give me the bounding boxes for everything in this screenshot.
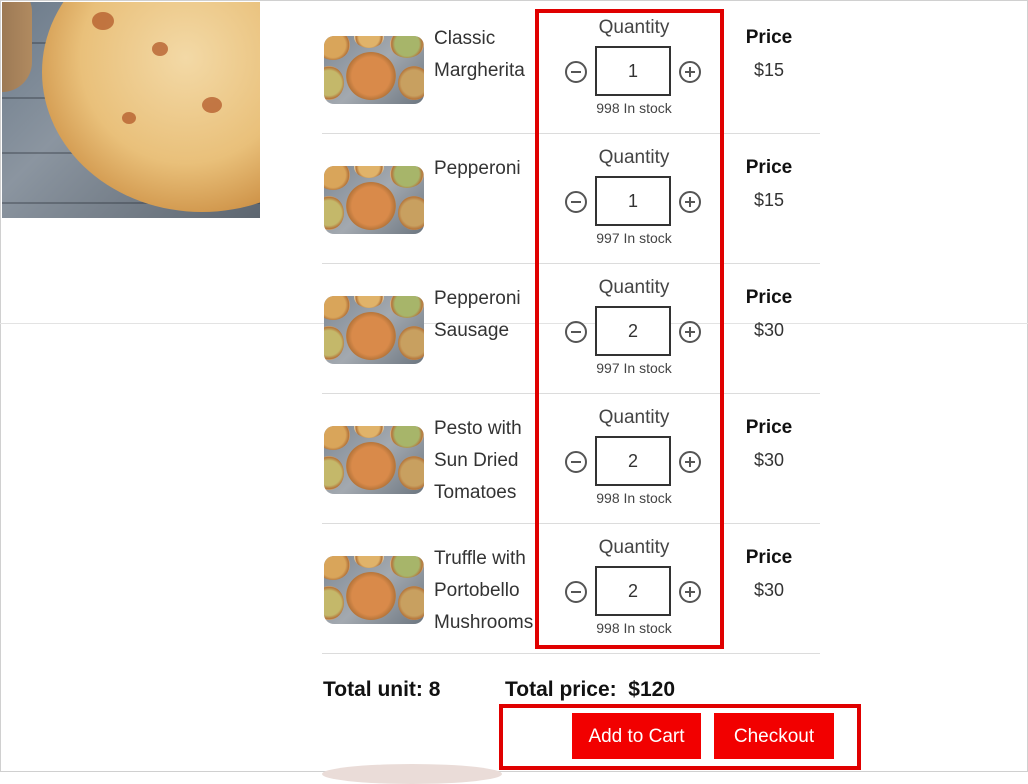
- hero-pizza-image: [2, 2, 260, 218]
- quantity-label: Quantity: [598, 17, 670, 38]
- minus-circle-icon[interactable]: [565, 191, 587, 213]
- plus-circle-icon[interactable]: [679, 321, 701, 343]
- item-price: $30: [753, 580, 785, 600]
- decorative-shape: [322, 764, 502, 784]
- add-to-cart-button[interactable]: Add to Cart: [572, 713, 701, 759]
- quantity-input[interactable]: 1: [595, 176, 671, 226]
- minus-circle-icon[interactable]: [565, 321, 587, 343]
- pizza-thumbnail: [324, 166, 424, 234]
- pizza-thumbnail: [324, 556, 424, 624]
- minus-circle-icon[interactable]: [565, 581, 587, 603]
- stock-count: 997 In stock: [596, 360, 672, 376]
- item-name: Pepperoni Sausage: [434, 288, 521, 341]
- plus-circle-icon[interactable]: [679, 191, 701, 213]
- minus-circle-icon[interactable]: [565, 61, 587, 83]
- item-price: $15: [753, 60, 785, 80]
- stock-count: 998 In stock: [596, 620, 672, 636]
- cart-item-row: Pepperoni Sausage Quantity 2 997 In stock Pr…: [322, 264, 820, 394]
- price-label: Price: [745, 547, 793, 568]
- item-name: Pesto with Sun Dried Tomatoes: [434, 418, 522, 503]
- item-price: $15: [753, 190, 785, 210]
- quantity-label: Quantity: [598, 407, 670, 428]
- plus-circle-icon[interactable]: [679, 61, 701, 83]
- minus-circle-icon[interactable]: [565, 451, 587, 473]
- checkout-button[interactable]: Checkout: [714, 713, 834, 759]
- price-label: Price: [745, 27, 793, 48]
- pizza-thumbnail: [324, 296, 424, 364]
- cart-item-row: Pesto with Sun Dried Tomatoes Quantity 2 99…: [322, 394, 820, 524]
- stock-count: 997 In stock: [596, 230, 672, 246]
- quantity-label: Quantity: [598, 147, 670, 168]
- plus-circle-icon[interactable]: [679, 581, 701, 603]
- price-label: Price: [745, 157, 793, 178]
- total-units: Total unit: 8: [323, 678, 441, 701]
- item-name: Pepperoni: [434, 158, 521, 179]
- cart-item-row: Pepperoni Quantity 1 997 In stock Price $15: [322, 134, 820, 264]
- item-price: $30: [753, 320, 785, 340]
- cart-item-row: Classic Margherita Quantity 1 998 In stock P…: [322, 4, 820, 134]
- pizza-thumbnail: [324, 426, 424, 494]
- stock-count: 998 In stock: [596, 100, 672, 116]
- cart-item-row: Truffle with Portobello Mushrooms Quantit…: [322, 524, 820, 654]
- quantity-label: Quantity: [598, 277, 670, 298]
- quantity-input[interactable]: 2: [595, 566, 671, 616]
- quantity-label: Quantity: [598, 537, 670, 558]
- stock-count: 998 In stock: [596, 490, 672, 506]
- quantity-input[interactable]: 2: [595, 436, 671, 486]
- price-label: Price: [745, 287, 793, 308]
- pizza-thumbnail: [324, 36, 424, 104]
- row-divider: [322, 653, 820, 654]
- plus-circle-icon[interactable]: [679, 451, 701, 473]
- item-name: Classic Margherita: [434, 28, 525, 81]
- quantity-input[interactable]: 1: [595, 46, 671, 96]
- item-name: Truffle with Portobello Mushrooms: [434, 548, 534, 633]
- quantity-input[interactable]: 2: [595, 306, 671, 356]
- price-label: Price: [745, 417, 793, 438]
- item-price: $30: [753, 450, 785, 470]
- total-price: Total price: $120: [505, 678, 676, 701]
